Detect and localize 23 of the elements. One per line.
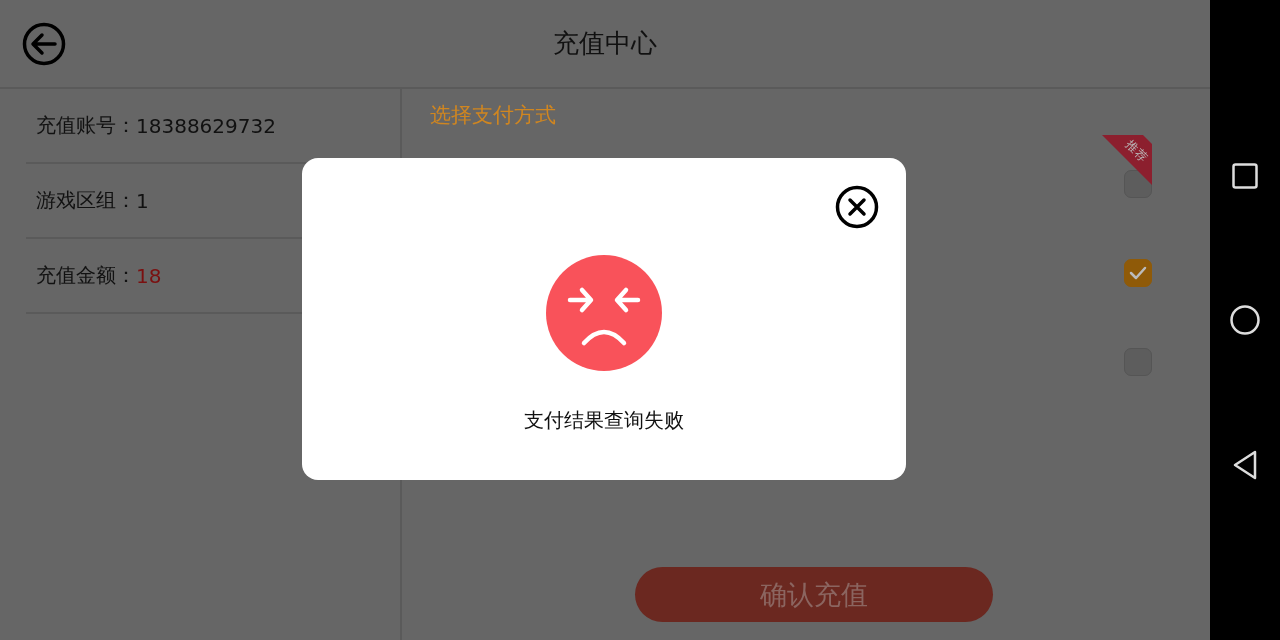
ribbon-text: 推荐 <box>1121 137 1151 166</box>
info-value: 18 <box>136 263 162 288</box>
checkmark-icon <box>1129 265 1147 280</box>
confirm-button[interactable]: 确认充值 <box>634 567 993 622</box>
close-icon <box>835 185 879 229</box>
recent-apps-button[interactable] <box>1232 163 1258 189</box>
info-label: 游戏区组： <box>36 187 136 214</box>
section-title: 选择支付方式 <box>429 102 557 129</box>
page-title: 充值中心 <box>553 27 657 60</box>
triangle-icon <box>1232 450 1258 480</box>
square-icon <box>1232 163 1258 189</box>
close-button[interactable] <box>835 185 879 229</box>
back-button[interactable] <box>22 22 66 66</box>
payment-checkbox[interactable] <box>1124 258 1152 287</box>
circle-icon <box>1230 304 1260 335</box>
info-label: 充值金额： <box>36 262 136 289</box>
back-nav-button[interactable] <box>1232 450 1258 480</box>
home-button[interactable] <box>1230 304 1260 335</box>
info-value: 1 <box>136 188 149 213</box>
sad-face-icon <box>546 255 662 371</box>
info-value: 18388629732 <box>136 113 276 138</box>
dialog-message: 支付结果查询失败 <box>524 407 684 434</box>
info-label: 充值账号： <box>36 112 136 139</box>
